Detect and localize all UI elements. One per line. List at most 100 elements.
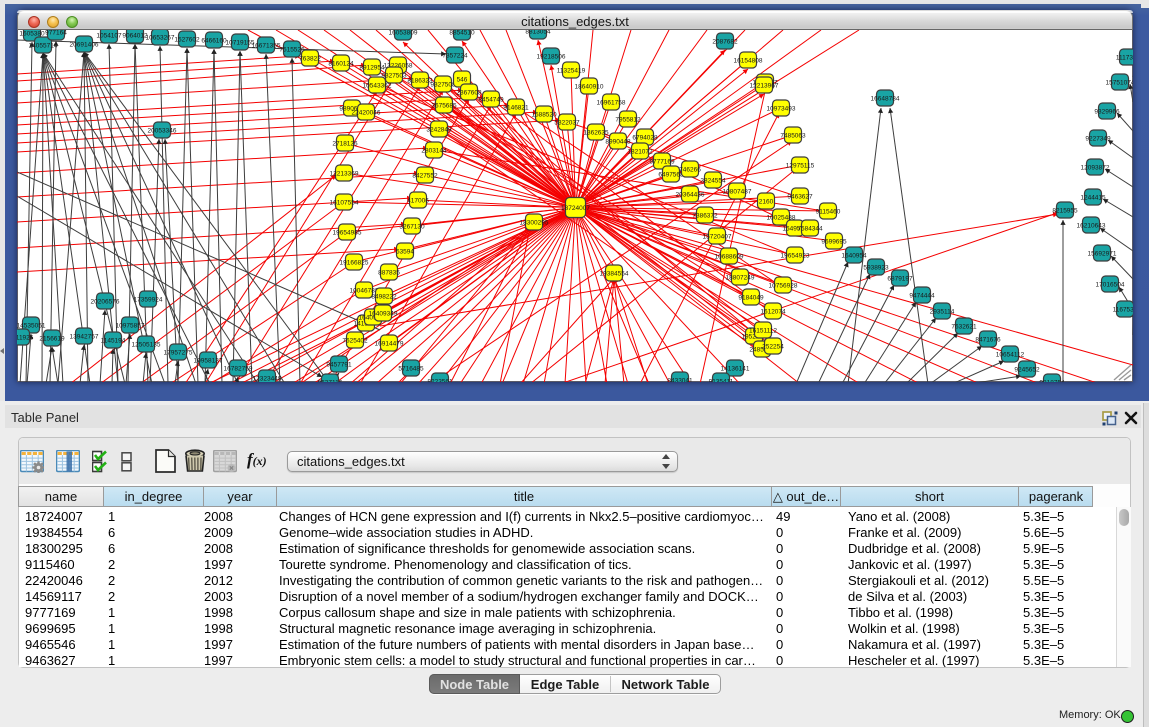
svg-text:8813054: 8813054 <box>525 30 551 36</box>
svg-text:8471676: 8471676 <box>975 337 1001 344</box>
svg-text:9457791: 9457791 <box>326 362 352 369</box>
svg-text:7357224: 7357224 <box>442 53 468 60</box>
svg-text:6879197: 6879197 <box>887 276 913 283</box>
svg-text:8990448: 8990448 <box>605 139 631 146</box>
svg-text:16151112: 16151112 <box>749 328 777 335</box>
svg-text:10807487: 10807487 <box>723 189 752 196</box>
svg-text:9329966: 9329966 <box>1094 109 1120 116</box>
svg-text:8433041: 8433041 <box>667 378 693 383</box>
svg-text:10958137: 10958137 <box>194 358 223 365</box>
svg-text:18300295: 18300295 <box>520 220 549 227</box>
svg-text:977164: 977164 <box>45 30 67 37</box>
svg-text:12213369: 12213369 <box>330 171 359 178</box>
svg-text:11325419: 11325419 <box>557 68 586 75</box>
svg-text:763822: 763822 <box>299 56 321 63</box>
svg-text:1527602: 1527602 <box>174 37 200 44</box>
svg-text:14055714: 14055714 <box>29 43 58 50</box>
svg-text:9227349: 9227349 <box>1085 136 1111 143</box>
svg-text:1612074: 1612074 <box>760 309 786 316</box>
svg-text:16154808: 16154808 <box>734 58 763 65</box>
svg-text:18640910: 18640910 <box>575 84 604 91</box>
svg-text:10756928: 10756928 <box>769 283 798 290</box>
svg-text:19218506: 19218506 <box>537 54 566 61</box>
svg-text:7625402: 7625402 <box>342 338 368 345</box>
svg-text:10973493: 10973493 <box>767 106 796 113</box>
svg-text:5938923: 5938923 <box>863 265 889 272</box>
svg-text:9184049: 9184049 <box>738 295 764 302</box>
svg-text:9818754: 9818754 <box>1039 380 1065 383</box>
svg-text:417006: 417006 <box>407 198 429 205</box>
svg-text:1362635: 1362635 <box>583 130 609 137</box>
svg-text:8427552: 8427552 <box>412 173 438 180</box>
svg-text:1640954: 1640954 <box>841 253 867 260</box>
svg-text:12505135: 12505135 <box>132 342 161 349</box>
svg-text:9777169: 9777169 <box>649 159 675 166</box>
svg-text:1054107: 1054107 <box>96 33 122 40</box>
svg-text:10543362: 10543362 <box>363 83 392 90</box>
svg-text:746266: 746266 <box>679 167 701 174</box>
svg-text:17957275: 17957275 <box>164 350 193 357</box>
svg-text:17016504: 17016504 <box>1096 282 1125 289</box>
svg-text:3242848: 3242848 <box>426 127 452 134</box>
svg-text:1244415: 1244415 <box>1080 195 1106 202</box>
svg-text:53594: 53594 <box>396 249 414 256</box>
svg-text:8186323: 8186323 <box>407 78 433 85</box>
svg-text:16210643: 16210643 <box>1077 223 1106 230</box>
svg-text:1821072: 1821072 <box>627 149 653 156</box>
svg-text:20206576: 20206576 <box>91 299 120 306</box>
svg-text:22420046: 22420046 <box>352 110 381 117</box>
svg-text:16961758: 16961758 <box>597 100 626 107</box>
svg-text:9699695: 9699695 <box>821 239 847 246</box>
svg-text:16107554: 16107554 <box>330 200 359 207</box>
svg-text:16648784: 16648784 <box>871 96 900 103</box>
svg-text:20691406: 20691406 <box>70 42 99 49</box>
svg-text:8215955: 8215955 <box>1052 208 1078 215</box>
svg-text:19654985: 19654985 <box>333 230 362 237</box>
svg-text:2160: 2160 <box>759 199 774 206</box>
svg-text:2935114: 2935114 <box>930 309 955 316</box>
svg-text:8854510: 8854510 <box>449 30 475 37</box>
svg-text:3267130: 3267130 <box>399 224 425 231</box>
svg-text:1167534: 1167534 <box>1113 307 1133 314</box>
svg-text:12213967: 12213967 <box>750 83 779 90</box>
svg-text:9064012: 9064012 <box>122 33 148 40</box>
svg-text:18724007: 18724007 <box>561 205 590 212</box>
svg-text:9146821: 9146821 <box>503 105 529 112</box>
svg-text:7632621: 7632621 <box>951 324 977 331</box>
svg-text:6794028: 6794028 <box>632 135 658 142</box>
svg-text:14136141: 14136141 <box>721 366 750 373</box>
svg-text:9537116: 9537116 <box>318 380 343 383</box>
svg-text:7584344: 7584344 <box>797 226 823 233</box>
svg-text:18807249: 18807249 <box>726 275 755 282</box>
svg-text:10719155: 10719155 <box>226 40 255 47</box>
svg-text:2087682: 2087682 <box>712 39 738 46</box>
svg-text:17359924: 17359924 <box>134 297 163 304</box>
svg-text:9115460: 9115460 <box>816 209 841 216</box>
svg-text:15720407: 15720407 <box>703 234 732 241</box>
svg-text:8160124: 8160124 <box>328 61 354 68</box>
svg-text:9245652: 9245652 <box>1014 367 1040 374</box>
svg-text:7386372: 7386372 <box>692 213 718 220</box>
svg-text:16053809: 16053809 <box>389 30 418 37</box>
svg-text:19384554: 19384554 <box>600 271 629 278</box>
svg-text:8223561: 8223561 <box>427 379 453 383</box>
svg-text:1145194: 1145194 <box>101 338 126 345</box>
svg-text:20364436: 20364436 <box>676 192 705 199</box>
svg-text:16671355: 16671355 <box>252 43 281 50</box>
svg-text:3824554: 3824554 <box>700 178 726 185</box>
svg-text:252254: 252254 <box>762 344 784 351</box>
svg-text:12093872: 12093872 <box>1081 165 1110 172</box>
svg-text:2803144: 2803144 <box>421 148 447 155</box>
svg-text:12975115: 12975115 <box>786 163 815 170</box>
svg-text:10654112: 10654112 <box>996 352 1025 359</box>
svg-text:1117334: 1117334 <box>1116 55 1133 62</box>
svg-text:9463627: 9463627 <box>787 194 813 201</box>
svg-text:8498222: 8498222 <box>371 294 397 301</box>
svg-text:9474444: 9474444 <box>909 293 935 300</box>
svg-text:10653267: 10653267 <box>146 35 175 42</box>
svg-text:19166825: 19166825 <box>340 260 369 267</box>
svg-text:8454749: 8454749 <box>478 97 504 104</box>
svg-text:9135411: 9135411 <box>709 379 734 383</box>
svg-text:3675685: 3675685 <box>431 103 457 110</box>
svg-text:7955812: 7955812 <box>615 117 641 124</box>
